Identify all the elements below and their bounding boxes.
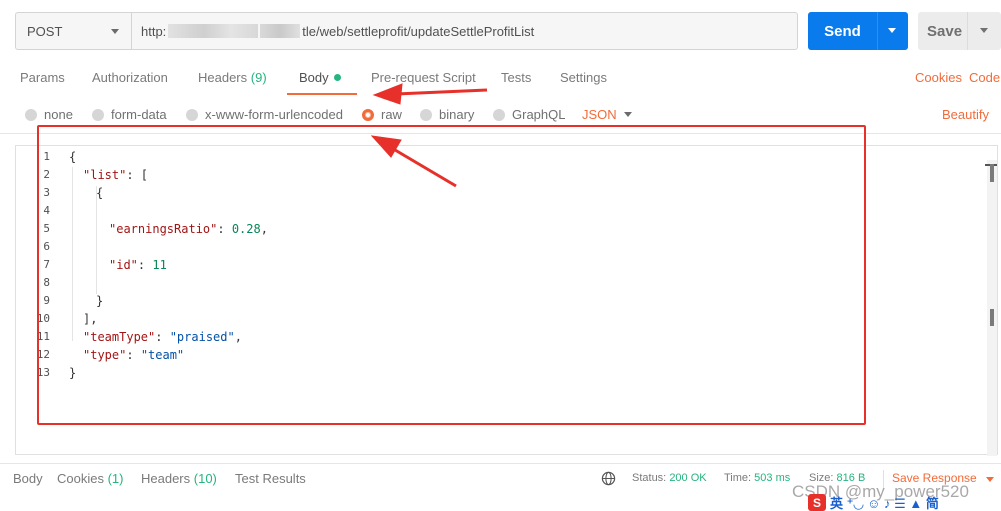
tab-settings[interactable]: Settings bbox=[560, 70, 607, 85]
save-options-caret-icon[interactable] bbox=[980, 28, 988, 33]
save-split-divider bbox=[967, 12, 968, 50]
send-options-caret-icon[interactable] bbox=[888, 28, 896, 33]
radio-circle-icon bbox=[493, 108, 505, 121]
tab-label: Params bbox=[20, 70, 65, 85]
tab-headers[interactable]: Headers (9) bbox=[198, 70, 267, 85]
tab-authorization[interactable]: Authorization bbox=[92, 70, 168, 85]
tab-label: Headers bbox=[198, 70, 248, 85]
redacted-host bbox=[168, 24, 259, 38]
active-tab-underline bbox=[287, 93, 357, 95]
chevron-down-icon[interactable] bbox=[986, 477, 994, 482]
annotation-highlight-box bbox=[37, 125, 866, 425]
language-select[interactable]: JSON bbox=[582, 107, 617, 122]
scrollbar-thumb[interactable] bbox=[990, 164, 994, 182]
radio-circle-icon bbox=[186, 108, 198, 121]
globe-icon[interactable] bbox=[601, 471, 616, 486]
chevron-down-icon bbox=[111, 29, 119, 34]
code-link[interactable]: Code bbox=[969, 70, 1000, 85]
radio-circle-icon bbox=[92, 108, 104, 121]
method-select[interactable]: POST bbox=[15, 12, 131, 50]
radio-graphql[interactable]: GraphQL bbox=[493, 107, 565, 122]
editor-scrollbar[interactable] bbox=[987, 160, 997, 456]
tab-tests[interactable]: Tests bbox=[501, 70, 531, 85]
body-indicator-dot-icon bbox=[333, 74, 341, 82]
radio-label: form-data bbox=[111, 107, 167, 122]
tab-label: Settings bbox=[560, 70, 607, 85]
time-readout: Time: 503 ms bbox=[724, 472, 791, 484]
send-label: Send bbox=[824, 22, 861, 40]
tab-label: Test Results bbox=[235, 471, 306, 486]
tab-count: (1) bbox=[107, 471, 124, 486]
divider bbox=[0, 463, 1001, 464]
tab-params[interactable]: Params bbox=[20, 70, 65, 85]
radio-x-www-form-urlencoded[interactable]: x-www-form-urlencoded bbox=[186, 107, 343, 122]
tab-label: Cookies bbox=[57, 471, 104, 486]
send-split-divider bbox=[877, 12, 878, 50]
scrollbar-marker bbox=[990, 309, 994, 326]
tab-label: Body bbox=[299, 70, 329, 85]
beautify-link[interactable]: Beautify bbox=[942, 107, 989, 122]
tab-label: Headers bbox=[141, 471, 191, 486]
sogou-logo-icon[interactable]: S bbox=[808, 494, 826, 511]
radio-raw[interactable]: raw bbox=[362, 107, 402, 122]
response-tab-body[interactable]: Body bbox=[13, 471, 43, 486]
save-button[interactable]: Save bbox=[918, 12, 1001, 50]
response-tab-test-results[interactable]: Test Results bbox=[235, 471, 306, 486]
radio-circle-icon bbox=[25, 108, 37, 121]
radio-binary[interactable]: binary bbox=[420, 107, 474, 122]
tab-pre-request-script[interactable]: Pre-request Script bbox=[371, 70, 476, 85]
tab-label: Authorization bbox=[92, 70, 168, 85]
send-button[interactable]: Send bbox=[808, 12, 908, 50]
response-tab-cookies[interactable]: Cookies (1) bbox=[57, 471, 123, 486]
tab-body[interactable]: Body bbox=[299, 70, 341, 85]
url-prefix: http: bbox=[141, 23, 167, 39]
tab-count: (10) bbox=[193, 471, 217, 486]
tab-label: Pre-request Script bbox=[371, 70, 476, 85]
radio-label: none bbox=[44, 107, 73, 122]
radio-label: GraphQL bbox=[512, 107, 566, 122]
method-label: POST bbox=[27, 23, 63, 39]
radio-label: binary bbox=[439, 107, 475, 122]
tab-label: Tests bbox=[501, 70, 532, 85]
tab-label: Body bbox=[13, 471, 43, 486]
radio-form-data[interactable]: form-data bbox=[92, 107, 167, 122]
ime-status-glyphs[interactable]: 英 ⁺◡ ☺ ♪ ☰ ▲ 简 bbox=[830, 493, 939, 511]
radio-none[interactable]: none bbox=[25, 107, 73, 122]
radio-label: x-www-form-urlencoded bbox=[205, 107, 343, 122]
url-suffix: tle/web/settleprofit/updateSettleProfitL… bbox=[302, 23, 535, 39]
radio-selected-icon bbox=[362, 108, 374, 121]
response-tab-headers[interactable]: Headers (10) bbox=[141, 471, 217, 486]
ime-toolbar[interactable]: S 英 ⁺◡ ☺ ♪ ☰ ▲ 简 bbox=[808, 494, 939, 511]
cookies-link[interactable]: Cookies bbox=[915, 70, 962, 85]
tab-count: (9) bbox=[250, 70, 267, 85]
url-input[interactable]: http: tle/web/settleprofit/updateSettleP… bbox=[131, 12, 798, 50]
save-label: Save bbox=[927, 22, 963, 40]
radio-label: raw bbox=[381, 107, 402, 122]
redacted-path bbox=[260, 24, 301, 38]
status-readout: Status: 200 OK bbox=[632, 472, 707, 484]
chevron-down-icon[interactable] bbox=[624, 112, 632, 117]
radio-circle-icon bbox=[420, 108, 432, 121]
